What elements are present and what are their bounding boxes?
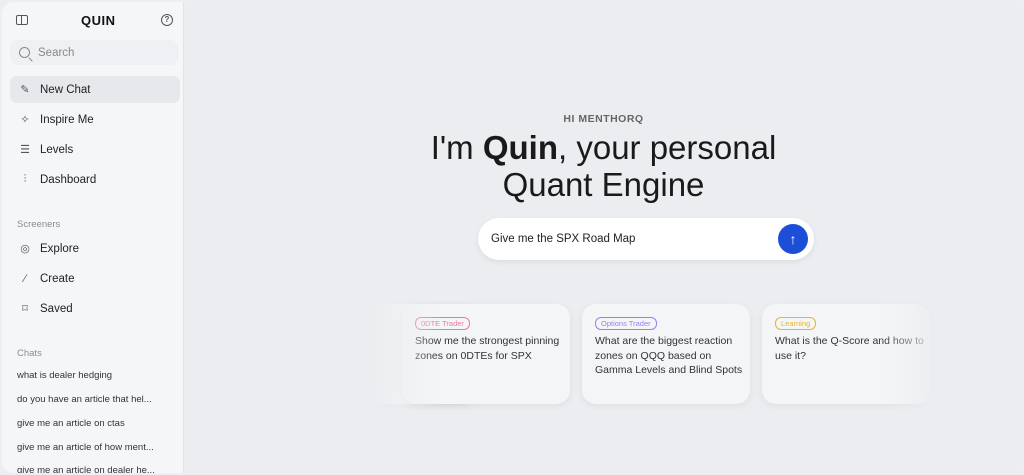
nav-label: Saved (40, 302, 73, 315)
suggestion-carousel: 0DTE Trader Show me the strongest pinnin… (360, 300, 960, 410)
headline-line2: Quant Engine (502, 166, 705, 203)
nav-label: Explore (40, 242, 79, 255)
app-logo: QUIN (81, 13, 116, 28)
menu-icon: ☰ (20, 144, 30, 156)
chat-history-item[interactable]: what is dealer hedging (17, 370, 177, 381)
nav-inspire-me[interactable]: ✧ Inspire Me (10, 106, 180, 133)
suggestion-card[interactable]: Options Trader What are the biggest reac… (582, 304, 750, 404)
search-icon (19, 47, 30, 58)
bookmark-icon: ⌑ (22, 303, 28, 315)
carousel-fade-right (880, 300, 960, 410)
chat-history-item[interactable]: give me an article on dealer he... (17, 465, 177, 473)
nav-saved[interactable]: ⌑ Saved (10, 295, 180, 322)
card-tag: Options Trader (595, 317, 657, 330)
help-icon[interactable]: ? (161, 14, 173, 26)
card-text: What are the biggest reaction zones on Q… (595, 335, 743, 376)
chart-icon: ⫶ (23, 173, 27, 185)
sidebar: QUIN ? Search ✎ New Chat ✧ Inspire Me ☰ … (2, 2, 184, 473)
nav-create[interactable]: ⁄ Create (10, 265, 180, 292)
headline-brand: Quin (482, 129, 558, 166)
nav-new-chat[interactable]: ✎ New Chat (10, 76, 180, 103)
chat-history-item[interactable]: give me an article of how ment... (17, 442, 177, 453)
sidebar-toggle-icon[interactable] (16, 15, 28, 25)
edit-icon: ✎ (20, 84, 30, 96)
nav-dashboard[interactable]: ⫶ Dashboard (10, 166, 180, 193)
headline: I'm Quin, your personal Quant Engine (185, 129, 1022, 203)
chat-history-item[interactable]: do you have an article that hel... (17, 394, 177, 405)
headline-suffix: , your personal (558, 129, 777, 166)
screeners-heading: Screeners (17, 219, 61, 230)
nav-levels[interactable]: ☰ Levels (10, 136, 180, 163)
compass-icon: ◎ (20, 243, 30, 255)
carousel-fade-left (360, 300, 440, 410)
search-placeholder: Search (38, 46, 75, 59)
prompt-value: Give me the SPX Road Map (491, 233, 636, 245)
main-panel: HI MENTHORQ I'm Quin, your personal Quan… (185, 2, 1022, 473)
card-tag: Learning (775, 317, 817, 330)
nav-label: Inspire Me (40, 113, 94, 126)
sidebar-header: QUIN ? (2, 2, 183, 40)
nav-label: New Chat (40, 83, 91, 96)
search-input[interactable]: Search (10, 40, 178, 65)
chats-heading: Chats (17, 348, 42, 359)
headline-prefix: I'm (430, 129, 483, 166)
sparkle-icon: ✧ (20, 114, 30, 126)
nav-label: Create (40, 272, 75, 285)
nav-label: Dashboard (40, 173, 97, 186)
prompt-input[interactable]: Give me the SPX Road Map ↑ (478, 218, 814, 260)
nav-explore[interactable]: ◎ Explore (10, 235, 180, 262)
wand-icon: ⁄ (24, 272, 26, 285)
nav-label: Levels (40, 143, 74, 156)
send-button[interactable]: ↑ (778, 224, 808, 254)
greeting: HI MENTHORQ (563, 113, 644, 125)
chat-history-item[interactable]: give me an article on ctas (17, 418, 177, 429)
